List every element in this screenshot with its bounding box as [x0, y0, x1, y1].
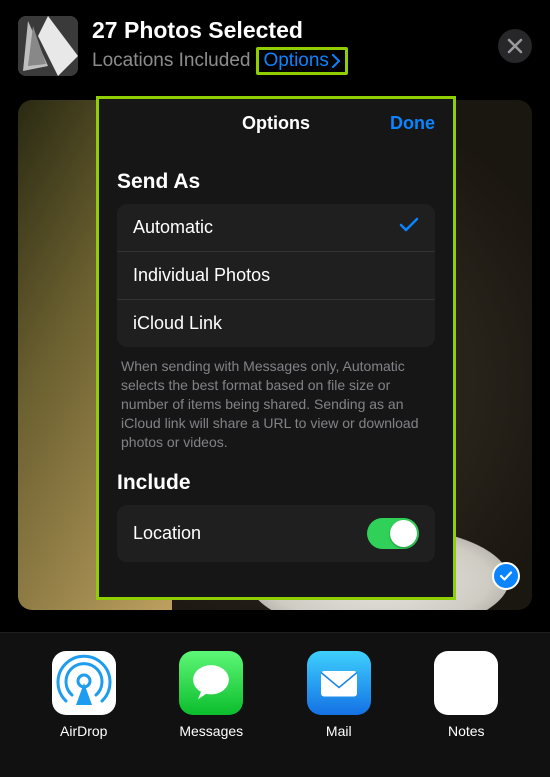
include-header: Include	[117, 471, 435, 495]
share-label: Messages	[179, 723, 243, 739]
share-label: Mail	[326, 723, 352, 739]
close-button[interactable]	[498, 29, 532, 63]
include-label: Location	[133, 523, 201, 544]
done-button[interactable]: Done	[390, 113, 435, 134]
send-as-list: Automatic Individual Photos iCloud Link	[117, 204, 435, 347]
option-label: Automatic	[133, 217, 213, 238]
share-sheet-header: 27 Photos Selected Locations Included Op…	[0, 0, 550, 86]
share-label: AirDrop	[60, 723, 107, 739]
chevron-right-icon	[331, 54, 341, 68]
messages-icon	[179, 651, 243, 715]
toggle-knob	[390, 520, 417, 547]
location-toggle[interactable]	[367, 518, 419, 549]
selected-checkmark-badge	[492, 562, 520, 590]
notes-icon	[434, 651, 498, 715]
checkmark-icon	[499, 569, 513, 583]
options-panel-highlight: Options Done Send As Automatic Individua…	[96, 96, 456, 600]
share-app-notes[interactable]: Notes	[423, 651, 509, 739]
subtitle-row: Locations Included Options	[92, 47, 484, 75]
share-app-messages[interactable]: Messages	[168, 651, 254, 739]
options-panel-header: Options Done	[117, 99, 435, 150]
share-label: Notes	[448, 723, 485, 739]
include-location-row: Location	[117, 505, 435, 562]
send-as-option-icloud[interactable]: iCloud Link	[117, 300, 435, 347]
options-link[interactable]: Options	[256, 47, 347, 75]
share-app-mail[interactable]: Mail	[296, 651, 382, 739]
mail-icon	[307, 651, 371, 715]
checkmark-icon	[399, 217, 419, 238]
options-panel-title: Options	[242, 113, 310, 133]
share-app-airdrop[interactable]: AirDrop	[41, 651, 127, 739]
send-as-option-individual[interactable]: Individual Photos	[117, 252, 435, 300]
selection-thumbnail	[18, 16, 78, 76]
airdrop-icon	[52, 651, 116, 715]
send-as-header: Send As	[117, 170, 435, 194]
option-label: iCloud Link	[133, 313, 222, 334]
send-as-option-automatic[interactable]: Automatic	[117, 204, 435, 252]
close-icon	[507, 38, 523, 54]
options-link-label: Options	[263, 50, 328, 72]
selection-title: 27 Photos Selected	[92, 17, 484, 45]
share-apps-row: AirDrop Messages Mail Notes	[0, 632, 550, 777]
send-as-footer: When sending with Messages only, Automat…	[117, 347, 435, 451]
options-panel: Options Done Send As Automatic Individua…	[99, 99, 453, 597]
option-label: Individual Photos	[133, 265, 270, 286]
header-text: 27 Photos Selected Locations Included Op…	[92, 17, 484, 75]
locations-subtitle: Locations Included	[92, 50, 250, 72]
include-list: Location	[117, 505, 435, 562]
